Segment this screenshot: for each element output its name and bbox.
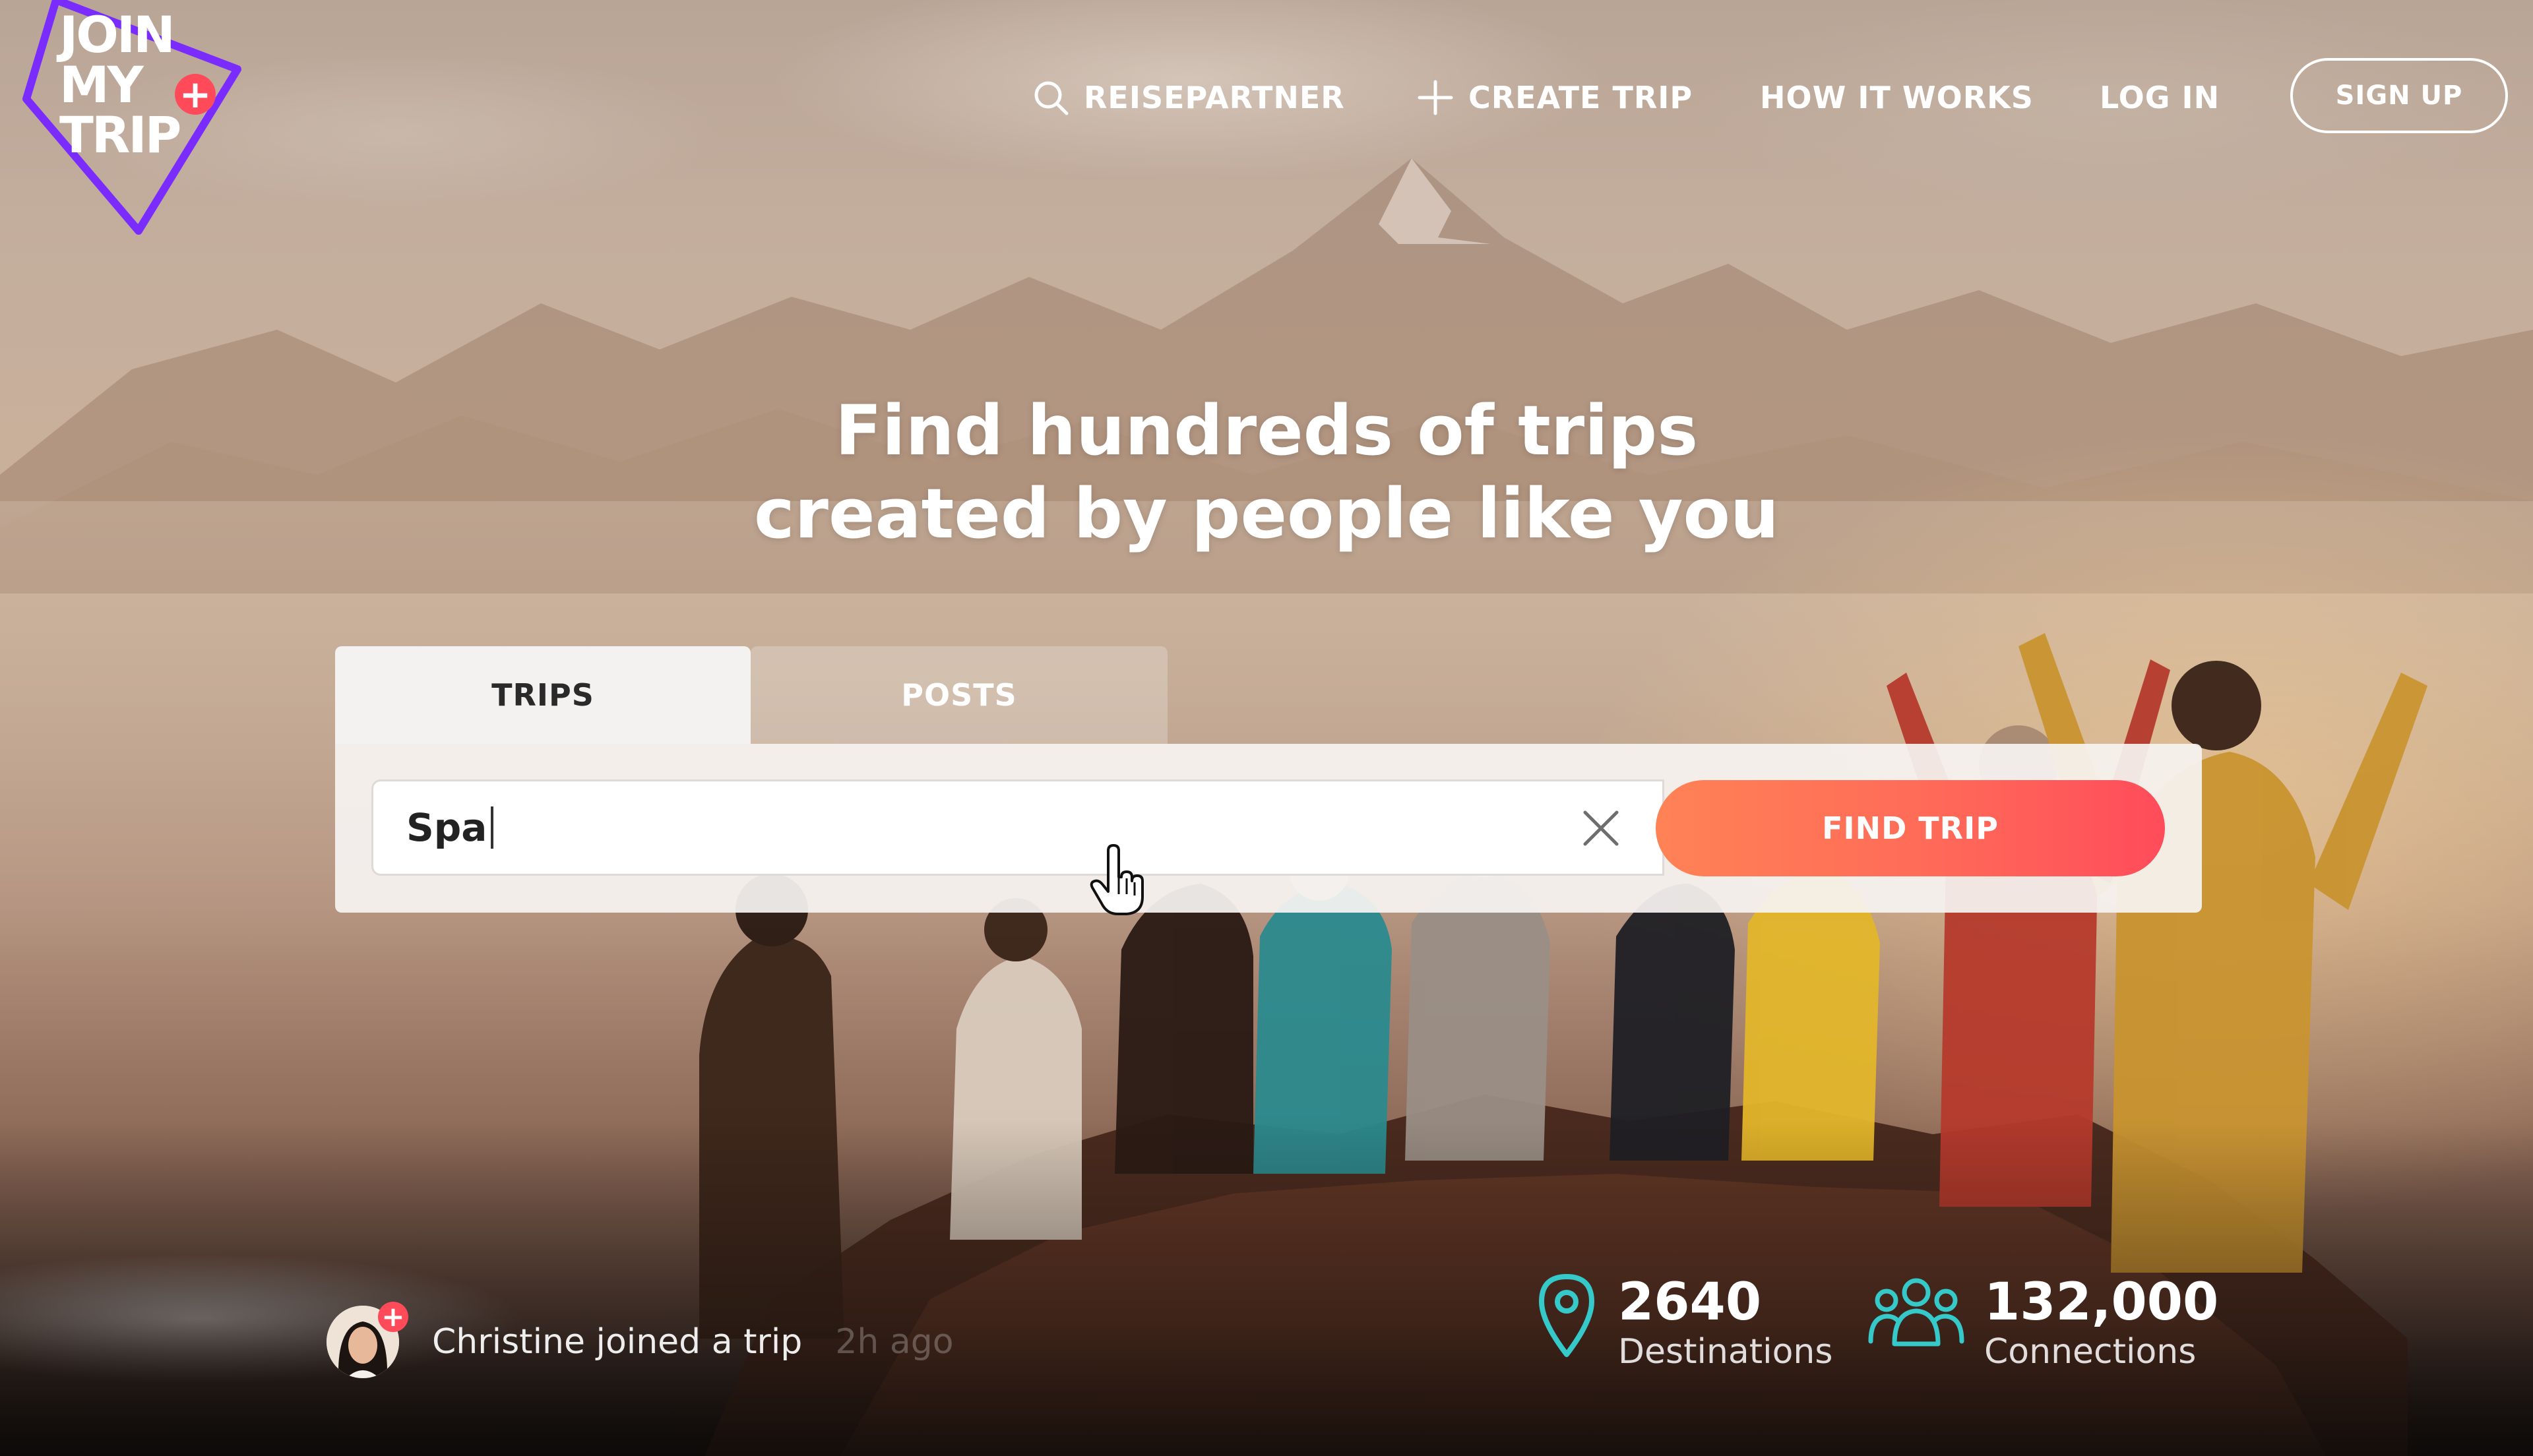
map-pin-icon [1539, 1274, 1594, 1357]
close-icon [1583, 810, 1619, 846]
logo-line-3: TRIP [59, 106, 181, 164]
avatar-plus-badge: + [378, 1302, 408, 1332]
activity-text: Christine joined a trip [432, 1322, 803, 1362]
nav-create-trip[interactable]: CREATE TRIP [1417, 71, 1693, 124]
logo-text: JOIN MY TRIP [59, 5, 181, 164]
logo-line-1: JOIN [59, 5, 175, 64]
stat-connections-value: 132,000 [1984, 1273, 2219, 1332]
search-icon [1034, 81, 1069, 115]
hand-pointer-cursor-icon [1090, 844, 1144, 915]
stat-connections: 132,000 Connections [1867, 1273, 2218, 1372]
nav-how-it-works[interactable]: HOW IT WORKS [1760, 71, 2034, 124]
tab-posts[interactable]: POSTS [751, 646, 1168, 744]
hero-heading: Find hundreds of trips created by people… [594, 389, 1939, 555]
avatar[interactable]: + [327, 1302, 408, 1378]
stat-connections-label: Connections [1984, 1332, 2197, 1372]
clear-search-button[interactable] [1575, 802, 1627, 855]
hero-heading-line-1: Find hundreds of trips [834, 390, 1699, 471]
hero-heading-line-2: created by people like you [754, 473, 1779, 554]
logo[interactable]: JOIN MY TRIP + [20, 0, 257, 237]
search-input-value[interactable]: Spa [406, 805, 487, 850]
stat-destinations-text: 2640 Destinations [1618, 1273, 1832, 1372]
activity-time: 2h ago [835, 1322, 954, 1362]
tab-trips[interactable]: TRIPS [335, 646, 751, 744]
nav-find-travel-partner[interactable]: REISEPARTNER [1032, 71, 1345, 124]
nav-find-travel-partner-label: REISEPARTNER [1084, 80, 1345, 115]
nav-log-in[interactable]: LOG IN [2100, 71, 2220, 124]
activity-ticker: + Christine joined a trip 2h ago [327, 1302, 954, 1381]
plus-icon [1418, 80, 1453, 115]
sign-up-button[interactable]: SIGN UP [2290, 58, 2508, 133]
logo-line-2: MY [59, 55, 144, 114]
users-icon [1868, 1278, 1964, 1347]
stat-destinations-value: 2640 [1618, 1273, 1762, 1332]
stat-destinations-label: Destinations [1618, 1332, 1833, 1372]
stat-connections-text: 132,000 Connections [1984, 1273, 2218, 1372]
nav-create-trip-label: CREATE TRIP [1468, 80, 1693, 115]
search-input[interactable]: Spa [371, 779, 1664, 876]
text-caret [491, 806, 494, 849]
stat-destinations: 2640 Destinations [1534, 1273, 1832, 1372]
page: JOIN MY TRIP + REISEPARTNER CREATE TRIP … [0, 0, 2533, 1456]
logo-plus-icon: + [175, 74, 216, 115]
find-trip-button[interactable]: FIND TRIP [1656, 780, 2165, 876]
